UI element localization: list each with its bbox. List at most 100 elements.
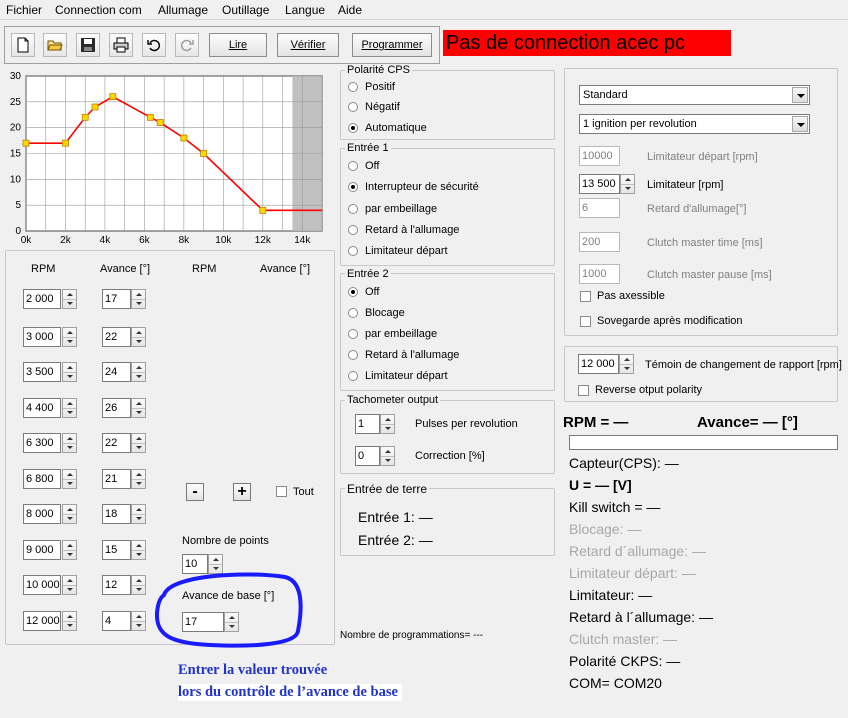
advance-input[interactable]: 17: [102, 289, 131, 309]
advance-input[interactable]: 4: [102, 611, 131, 631]
advance-spinner[interactable]: [131, 575, 146, 595]
shift-spinner[interactable]: [619, 354, 634, 374]
advance-spinner[interactable]: [131, 540, 146, 560]
advance-input[interactable]: 21: [102, 469, 131, 489]
advance-input[interactable]: 24: [102, 362, 131, 382]
rpm-input[interactable]: 10 000: [23, 575, 61, 595]
rpm-input[interactable]: 3 500: [23, 362, 61, 382]
advance-spinner[interactable]: [131, 611, 146, 631]
correction-input[interactable]: 0: [355, 446, 380, 466]
settings-field-input: 6: [579, 198, 620, 218]
verify-button[interactable]: Vérifier: [277, 33, 339, 57]
sovegarde-checkbox[interactable]: [580, 316, 591, 327]
advance-readout: Avance= — [°]: [697, 414, 798, 431]
rpm-spinner[interactable]: [62, 611, 77, 631]
new-file-icon: [17, 37, 29, 53]
entree2-radio-1[interactable]: [348, 308, 358, 318]
shift-input[interactable]: 12 000: [578, 354, 619, 374]
new-file-button[interactable]: [11, 33, 35, 57]
add-point-button[interactable]: +: [233, 483, 251, 501]
entree1-radio-2[interactable]: [348, 204, 358, 214]
advance-spinner[interactable]: [131, 398, 146, 418]
ignition-select[interactable]: 1 ignition per revolution: [579, 114, 810, 134]
rpm-input[interactable]: 4 400: [23, 398, 61, 418]
rpm-input[interactable]: 9 000: [23, 540, 61, 560]
advance-input[interactable]: 26: [102, 398, 131, 418]
polarity-radio-2[interactable]: [348, 123, 358, 133]
advance-spinner[interactable]: [131, 433, 146, 453]
entree2-radio-3[interactable]: [348, 350, 358, 360]
pulses-input[interactable]: 1: [355, 414, 380, 434]
advance-input[interactable]: 18: [102, 504, 131, 524]
chevron-down-icon[interactable]: [792, 116, 808, 132]
undo-button[interactable]: [142, 33, 166, 57]
polarity-radio-1[interactable]: [348, 102, 358, 112]
rpm-spinner[interactable]: [62, 289, 77, 309]
entree1-radio-0[interactable]: [348, 161, 358, 171]
open-button[interactable]: [43, 33, 67, 57]
pulses-spinner[interactable]: [380, 414, 395, 434]
reverse-polarity-label: Reverse otput polarity: [595, 384, 702, 396]
rpm-input[interactable]: 6 800: [23, 469, 61, 489]
pas-axessible-checkbox[interactable]: [580, 291, 591, 302]
mode-select[interactable]: Standard: [579, 85, 810, 105]
settings-field-input[interactable]: 13 500: [579, 174, 620, 194]
blocage-status: Blocage: —: [569, 521, 642, 537]
print-button[interactable]: [109, 33, 133, 57]
advance-spinner[interactable]: [131, 362, 146, 382]
rpm-spinner[interactable]: [62, 469, 77, 489]
rpm-spinner[interactable]: [62, 433, 77, 453]
rpm-input[interactable]: 2 000: [23, 289, 61, 309]
redo-button[interactable]: [175, 33, 199, 57]
advance-input[interactable]: 15: [102, 540, 131, 560]
rpm-spinner[interactable]: [62, 362, 77, 382]
x-tick-label: 0k: [21, 235, 33, 246]
entree1-radio-1[interactable]: [348, 182, 358, 192]
chevron-down-icon[interactable]: [792, 87, 808, 103]
entree1-radio-4[interactable]: [348, 246, 358, 256]
x-tick-label: 2k: [60, 235, 72, 246]
entree1-option-label: par embeillage: [365, 203, 438, 215]
advance-input[interactable]: 22: [102, 327, 131, 347]
connection-status-banner: Pas de connection acec pc: [443, 30, 731, 56]
entree2-radio-4[interactable]: [348, 371, 358, 381]
menu-aide[interactable]: Aide: [338, 3, 362, 17]
rpm-input[interactable]: 3 000: [23, 327, 61, 347]
rpm-input[interactable]: 12 000: [23, 611, 61, 631]
advance-input[interactable]: 22: [102, 433, 131, 453]
rpm-spinner[interactable]: [62, 398, 77, 418]
menu-outillage[interactable]: Outillage: [222, 3, 269, 17]
read-button[interactable]: Lire: [209, 33, 267, 57]
data-point-marker: [156, 119, 164, 126]
entree2-radio-2[interactable]: [348, 329, 358, 339]
rpm-input[interactable]: 6 300: [23, 433, 61, 453]
entree1-radio-3[interactable]: [348, 225, 358, 235]
all-checkbox[interactable]: [276, 486, 287, 497]
advance-spinner[interactable]: [131, 469, 146, 489]
program-button[interactable]: Programmer: [352, 33, 432, 57]
x-tick-label: 4k: [100, 235, 112, 246]
rpm-spinner[interactable]: [62, 540, 77, 560]
correction-spinner[interactable]: [380, 446, 395, 466]
settings-field-spinner[interactable]: [620, 174, 635, 194]
advance-input[interactable]: 12: [102, 575, 131, 595]
rpm-spinner[interactable]: [62, 575, 77, 595]
reverse-polarity-checkbox[interactable]: [578, 385, 589, 396]
rpm-spinner[interactable]: [62, 327, 77, 347]
save-button[interactable]: [76, 33, 100, 57]
menu-allumage[interactable]: Allumage: [158, 3, 208, 17]
entree2-title: Entrée 2: [345, 268, 391, 280]
rpm-input[interactable]: 8 000: [23, 504, 61, 524]
menu-langue[interactable]: Langue: [285, 3, 325, 17]
data-point-marker: [180, 134, 188, 142]
menu-fichier[interactable]: Fichier: [6, 3, 42, 17]
advance-spinner[interactable]: [131, 327, 146, 347]
menu-connection-com[interactable]: Connection com: [55, 3, 142, 17]
rpm-spinner[interactable]: [62, 504, 77, 524]
polarity-radio-0[interactable]: [348, 82, 358, 92]
advance-spinner[interactable]: [131, 504, 146, 524]
entree2-radio-0[interactable]: [348, 287, 358, 297]
advance-spinner[interactable]: [131, 289, 146, 309]
annotation-line-1: Entrer la valeur trouvée: [178, 662, 328, 678]
remove-point-button[interactable]: -: [186, 483, 204, 501]
